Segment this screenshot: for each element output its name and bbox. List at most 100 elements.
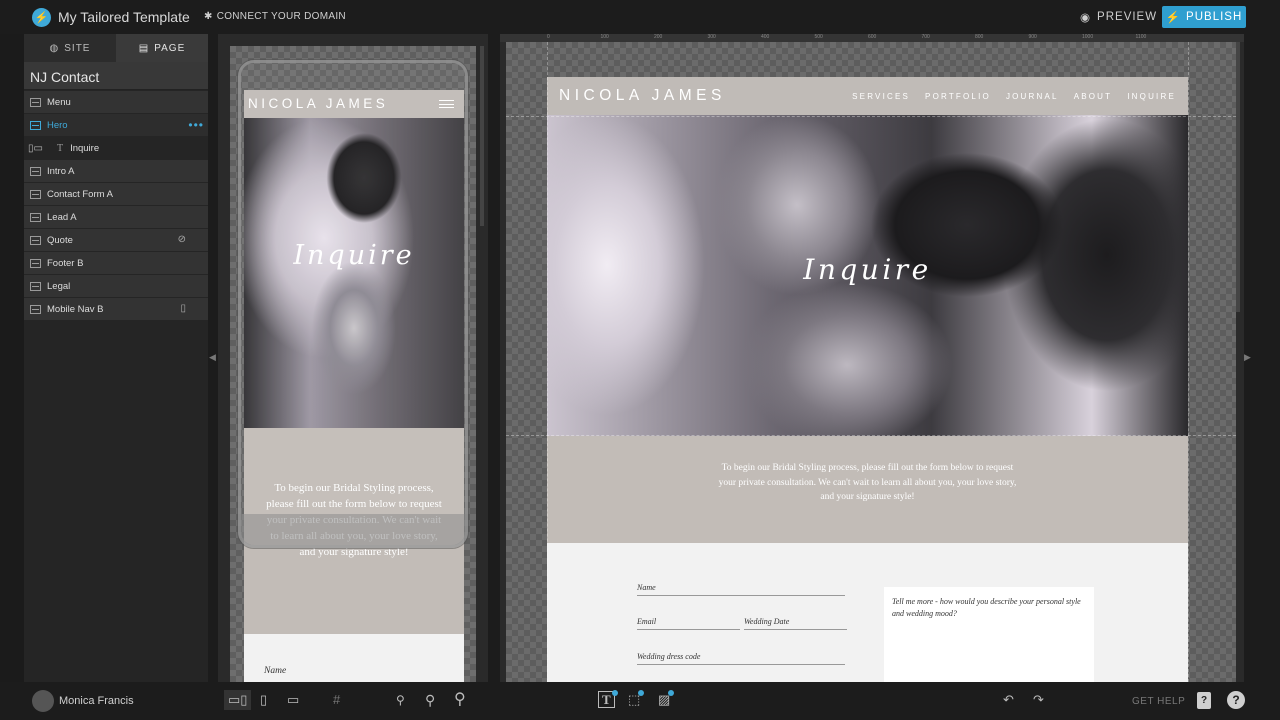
layer-hero[interactable]: Hero •••: [24, 114, 208, 136]
ruler-tick-label: 900: [1028, 34, 1037, 40]
desktop-contact-form[interactable]: Name Email Wedding Date Wedding dress co…: [547, 543, 1188, 682]
desktop-preview-area: 0 100 200 300 400 500 600 700 800 900 1000 1100 NIC…: [500, 34, 1244, 682]
page-icon: ▤: [138, 42, 150, 54]
ruler-tick-label: 800: [975, 34, 984, 40]
preview-button[interactable]: ◉ PREVIEW: [1080, 10, 1157, 24]
layer-label: Lead A: [47, 211, 77, 223]
desktop-view-icon[interactable]: ▭: [287, 692, 299, 708]
site-title[interactable]: My Tailored Template: [58, 9, 190, 25]
zoom-reset-icon[interactable]: ⚲: [425, 692, 435, 708]
tab-page[interactable]: ▤ PAGE: [116, 34, 208, 62]
layer-label: Inquire: [70, 142, 100, 154]
layer-intro-a[interactable]: Intro A: [24, 160, 208, 182]
mobile-scrollbar[interactable]: [480, 46, 484, 226]
ruler-tick-label: 1100: [1135, 34, 1147, 40]
ruler-tick-label: 400: [761, 34, 770, 40]
layer-label: Mobile Nav B: [47, 303, 104, 315]
get-help-link[interactable]: GET HELP: [1132, 696, 1185, 707]
section-icon: [30, 258, 41, 268]
message-field[interactable]: Tell me more - how would you describe yo…: [884, 587, 1094, 682]
redo-icon[interactable]: ↷: [1033, 692, 1044, 708]
undo-icon[interactable]: ↶: [1003, 692, 1014, 708]
add-text-icon[interactable]: T: [598, 690, 618, 708]
user-name[interactable]: Monica Francis: [59, 695, 134, 707]
desktop-header: NICOLA JAMES SERVICES PORTFOLIO JOURNAL …: [547, 77, 1188, 115]
tab-site[interactable]: ◍ SITE: [24, 34, 116, 62]
split-view-icon[interactable]: ▭▯: [224, 690, 252, 710]
section-icon: [30, 189, 41, 199]
add-badge-icon: [668, 690, 675, 696]
layer-footer-b[interactable]: Footer B: [24, 252, 208, 274]
section-icon: [30, 212, 41, 222]
nav-services[interactable]: SERVICES: [852, 92, 910, 101]
connect-domain-button[interactable]: ✱ CONNECT YOUR DOMAIN: [204, 11, 346, 22]
nav-portfolio[interactable]: PORTFOLIO: [925, 92, 991, 101]
desktop-page-preview[interactable]: NICOLA JAMES SERVICES PORTFOLIO JOURNAL …: [547, 77, 1188, 682]
section-icon: [30, 235, 41, 245]
dress-code-field[interactable]: Wedding dress code: [637, 652, 845, 665]
desktop-hero-image[interactable]: Inquire: [547, 115, 1188, 436]
desktop-intro-text[interactable]: To begin our Bridal Styling process, ple…: [717, 461, 1018, 505]
layer-quote[interactable]: Quote ⊘: [24, 229, 208, 251]
name-field[interactable]: Name: [637, 583, 845, 596]
section-icon: [30, 120, 41, 130]
mobile-name-field[interactable]: Name: [264, 666, 286, 676]
zoom-out-icon[interactable]: ⚲: [396, 692, 405, 708]
mobile-desktop-icon: ▯▭: [28, 142, 43, 154]
add-badge-icon: [611, 690, 618, 696]
grid-icon[interactable]: #: [333, 692, 340, 708]
guide-line: [547, 42, 548, 682]
app-logo-icon[interactable]: ⚡: [32, 8, 51, 27]
layer-label: Legal: [47, 280, 71, 292]
section-icon: [30, 166, 41, 176]
add-badge-icon: [638, 690, 645, 696]
connect-domain-label: CONNECT YOUR DOMAIN: [216, 11, 346, 22]
publish-button[interactable]: ⚡ PUBLISH: [1162, 6, 1246, 28]
desktop-intro-section[interactable]: To begin our Bridal Styling process, ple…: [547, 436, 1188, 543]
layer-lead-a[interactable]: Lead A: [24, 206, 208, 228]
layer-legal[interactable]: Legal: [24, 275, 208, 297]
phone-frame: [238, 60, 468, 548]
wedding-date-field[interactable]: Wedding Date: [744, 617, 847, 630]
add-section-icon[interactable]: ⬚: [628, 690, 645, 708]
more-options-icon[interactable]: •••: [188, 118, 204, 132]
layer-contact-form-a[interactable]: Contact Form A: [24, 183, 208, 205]
ruler-tick-label: 300: [707, 34, 716, 40]
page-name[interactable]: NJ Contact: [24, 62, 208, 90]
panel-tabs: ◍ SITE ▤ PAGE: [24, 34, 208, 62]
preview-divider[interactable]: [488, 34, 500, 682]
mobile-only-icon: ▯: [180, 303, 186, 314]
hidden-eye-icon[interactable]: ⊘: [178, 234, 186, 245]
layer-label: Quote: [47, 234, 73, 246]
avatar[interactable]: [32, 690, 54, 712]
nav-about[interactable]: ABOUT: [1074, 92, 1113, 101]
mobile-view-icon[interactable]: ▯: [260, 692, 267, 708]
section-icon: [30, 97, 41, 107]
page-layers-panel: ◍ SITE ▤ PAGE NJ Contact Menu Hero ••• ▯…: [24, 34, 208, 682]
collapse-left-icon[interactable]: ◀: [209, 352, 216, 363]
layer-mobile-nav-b[interactable]: Mobile Nav B ▯: [24, 298, 208, 320]
desktop-brand[interactable]: NICOLA JAMES: [559, 87, 726, 105]
ruler-tick-label: 700: [921, 34, 930, 40]
add-image-icon[interactable]: ▨: [658, 690, 675, 708]
section-icon: [30, 281, 41, 291]
layer-inquire[interactable]: ▯▭ T Inquire: [24, 137, 208, 159]
desktop-hero-title[interactable]: Inquire: [547, 253, 1188, 286]
tab-page-label: PAGE: [154, 42, 186, 54]
email-field[interactable]: Email: [637, 617, 740, 630]
desktop-scrollbar[interactable]: [1236, 42, 1240, 312]
ruler-tick-label: 200: [654, 34, 663, 40]
phone-frame-bottom: [241, 514, 465, 545]
help-docs-icon[interactable]: ?: [1197, 692, 1211, 709]
zoom-in-icon[interactable]: ⚲: [454, 692, 466, 708]
help-question-icon[interactable]: ?: [1227, 691, 1245, 709]
layer-menu[interactable]: Menu: [24, 91, 208, 113]
mobile-form-section[interactable]: Name: [244, 634, 464, 682]
nav-journal[interactable]: JOURNAL: [1006, 92, 1059, 101]
layer-label: Contact Form A: [47, 188, 113, 200]
publish-label: PUBLISH: [1186, 11, 1243, 23]
gear-icon: ✱: [204, 11, 213, 22]
collapse-right-icon[interactable]: ▶: [1244, 352, 1251, 363]
ruler-tick-label: 500: [814, 34, 823, 40]
nav-inquire[interactable]: INQUIRE: [1127, 92, 1176, 101]
